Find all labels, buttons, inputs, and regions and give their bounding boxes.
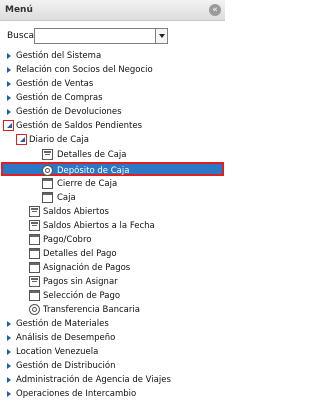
menu-panel: Menú « Buscar: Gestión del Sistema Relac… xyxy=(0,0,225,406)
window-icon xyxy=(29,234,40,245)
window-icon xyxy=(29,248,40,259)
menu-item-cierre-caja[interactable]: Cierre de Caja xyxy=(42,177,220,191)
report-icon xyxy=(29,206,40,217)
menu-header: Menú « xyxy=(0,0,225,21)
window-icon xyxy=(42,178,53,189)
menu-item-operaciones-intercambio[interactable]: Operaciones de Intercambio xyxy=(5,387,220,401)
menu-item-pagos-sin-asignar[interactable]: Pagos sin Asignar xyxy=(29,275,220,289)
search-bar: Buscar: xyxy=(7,28,217,44)
menu-item-seleccion-pago[interactable]: Selección de Pago xyxy=(29,289,220,303)
menu-item-gestion-saldos[interactable]: Gestión de Saldos Pendientes xyxy=(3,119,220,133)
menu-item-pago-cobro[interactable]: Pago/Cobro xyxy=(29,233,220,247)
menu-item-analisis-desempeno[interactable]: Análisis de Desempeño xyxy=(5,331,220,345)
menu-item-saldos-abiertos-fecha[interactable]: Saldos Abiertos a la Fecha xyxy=(29,219,220,233)
window-icon xyxy=(42,192,53,203)
search-combobox[interactable] xyxy=(34,28,168,44)
menu-item-transferencia-bancaria[interactable]: Transferencia Bancaria xyxy=(29,303,220,317)
menu-item-detalles-pago[interactable]: Detalles del Pago xyxy=(29,247,220,261)
menu-item-gestion-compras[interactable]: Gestión de Compras xyxy=(5,91,220,105)
report-icon xyxy=(29,220,40,231)
menu-item-gestion-sistema[interactable]: Gestión del Sistema xyxy=(5,49,220,63)
menu-item-detalles-caja[interactable]: Detalles de Caja xyxy=(42,148,220,162)
menu-item-location-venezuela[interactable]: Location Venezuela xyxy=(5,345,220,359)
expand-arrow-icon[interactable] xyxy=(7,67,11,73)
expand-arrow-icon[interactable] xyxy=(7,53,11,59)
window-icon xyxy=(29,262,40,273)
menu-item-relacion-socios[interactable]: Relación con Socios del Negocio xyxy=(5,63,220,77)
collapse-arrow-icon[interactable] xyxy=(3,120,14,131)
menu-item-gestion-ventas[interactable]: Gestión de Ventas xyxy=(5,77,220,91)
menu-item-diario-caja[interactable]: Diario de Caja xyxy=(16,133,220,147)
expand-arrow-icon[interactable] xyxy=(7,109,11,115)
expand-arrow-icon[interactable] xyxy=(7,391,11,397)
window-icon xyxy=(29,290,40,301)
menu-item-gestion-distribucion[interactable]: Gestión de Distribución xyxy=(5,359,220,373)
expand-arrow-icon[interactable] xyxy=(7,349,11,355)
report-icon xyxy=(42,149,53,160)
expand-arrow-icon[interactable] xyxy=(7,95,11,101)
expand-arrow-icon[interactable] xyxy=(7,321,11,327)
search-input[interactable] xyxy=(35,29,155,43)
menu-item-caja[interactable]: Caja xyxy=(42,191,220,205)
expand-arrow-icon[interactable] xyxy=(7,81,11,87)
collapse-icon[interactable]: « xyxy=(209,4,221,16)
expand-arrow-icon[interactable] xyxy=(7,363,11,369)
menu-item-gestion-materiales[interactable]: Gestión de Materiales xyxy=(5,317,220,331)
chevron-down-icon[interactable] xyxy=(155,29,167,43)
process-icon xyxy=(29,304,40,315)
menu-title: Menú xyxy=(5,5,33,15)
menu-item-saldos-abiertos[interactable]: Saldos Abiertos xyxy=(29,205,220,219)
menu-item-deposito-caja[interactable]: Depósito de Caja xyxy=(1,162,224,176)
menu-item-admin-agencia-viajes[interactable]: Administración de Agencia de Viajes xyxy=(5,373,220,387)
expand-arrow-icon[interactable] xyxy=(7,335,11,341)
menu-item-gestion-devoluciones[interactable]: Gestión de Devoluciones xyxy=(5,105,220,119)
report-icon xyxy=(29,276,40,287)
menu-item-asignacion-pagos[interactable]: Asignación de Pagos xyxy=(29,261,220,275)
process-icon xyxy=(42,165,53,176)
collapse-arrow-icon[interactable] xyxy=(16,134,27,145)
expand-arrow-icon[interactable] xyxy=(7,377,11,383)
